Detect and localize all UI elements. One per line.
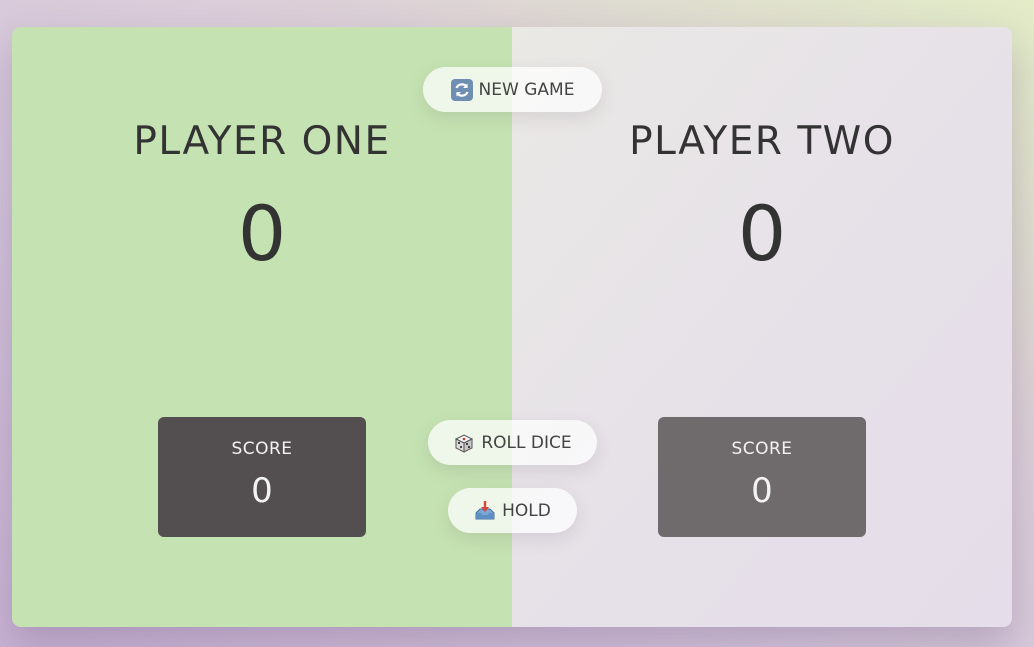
- hold-label: HOLD: [502, 500, 551, 521]
- player-two-current-score: 0: [751, 471, 773, 511]
- player-one-current-box: SCORE 0: [158, 417, 366, 537]
- player-one-total-score: 0: [237, 189, 287, 278]
- player-one-panel: PLAYER ONE 0 SCORE 0: [12, 27, 512, 627]
- player-two-panel: PLAYER TWO 0 SCORE 0: [512, 27, 1012, 627]
- inbox-tray-icon: [474, 500, 496, 522]
- dice-icon: [453, 432, 475, 454]
- new-game-button[interactable]: NEW GAME: [423, 67, 602, 112]
- player-two-current-box: SCORE 0: [658, 417, 866, 537]
- game-board: PLAYER ONE 0 SCORE 0 PLAYER TWO 0 SCORE …: [12, 27, 1012, 627]
- player-one-current-label: SCORE: [231, 439, 293, 459]
- player-two-name: PLAYER TWO: [629, 119, 895, 164]
- hold-button[interactable]: HOLD: [448, 488, 577, 533]
- player-one-name: PLAYER ONE: [133, 119, 391, 164]
- refresh-icon: [450, 78, 473, 101]
- player-two-total-score: 0: [737, 189, 787, 278]
- player-two-current-label: SCORE: [731, 439, 793, 459]
- player-one-current-score: 0: [251, 471, 273, 511]
- roll-dice-button[interactable]: ROLL DICE: [428, 420, 597, 465]
- new-game-label: NEW GAME: [478, 79, 575, 100]
- roll-dice-label: ROLL DICE: [481, 432, 572, 453]
